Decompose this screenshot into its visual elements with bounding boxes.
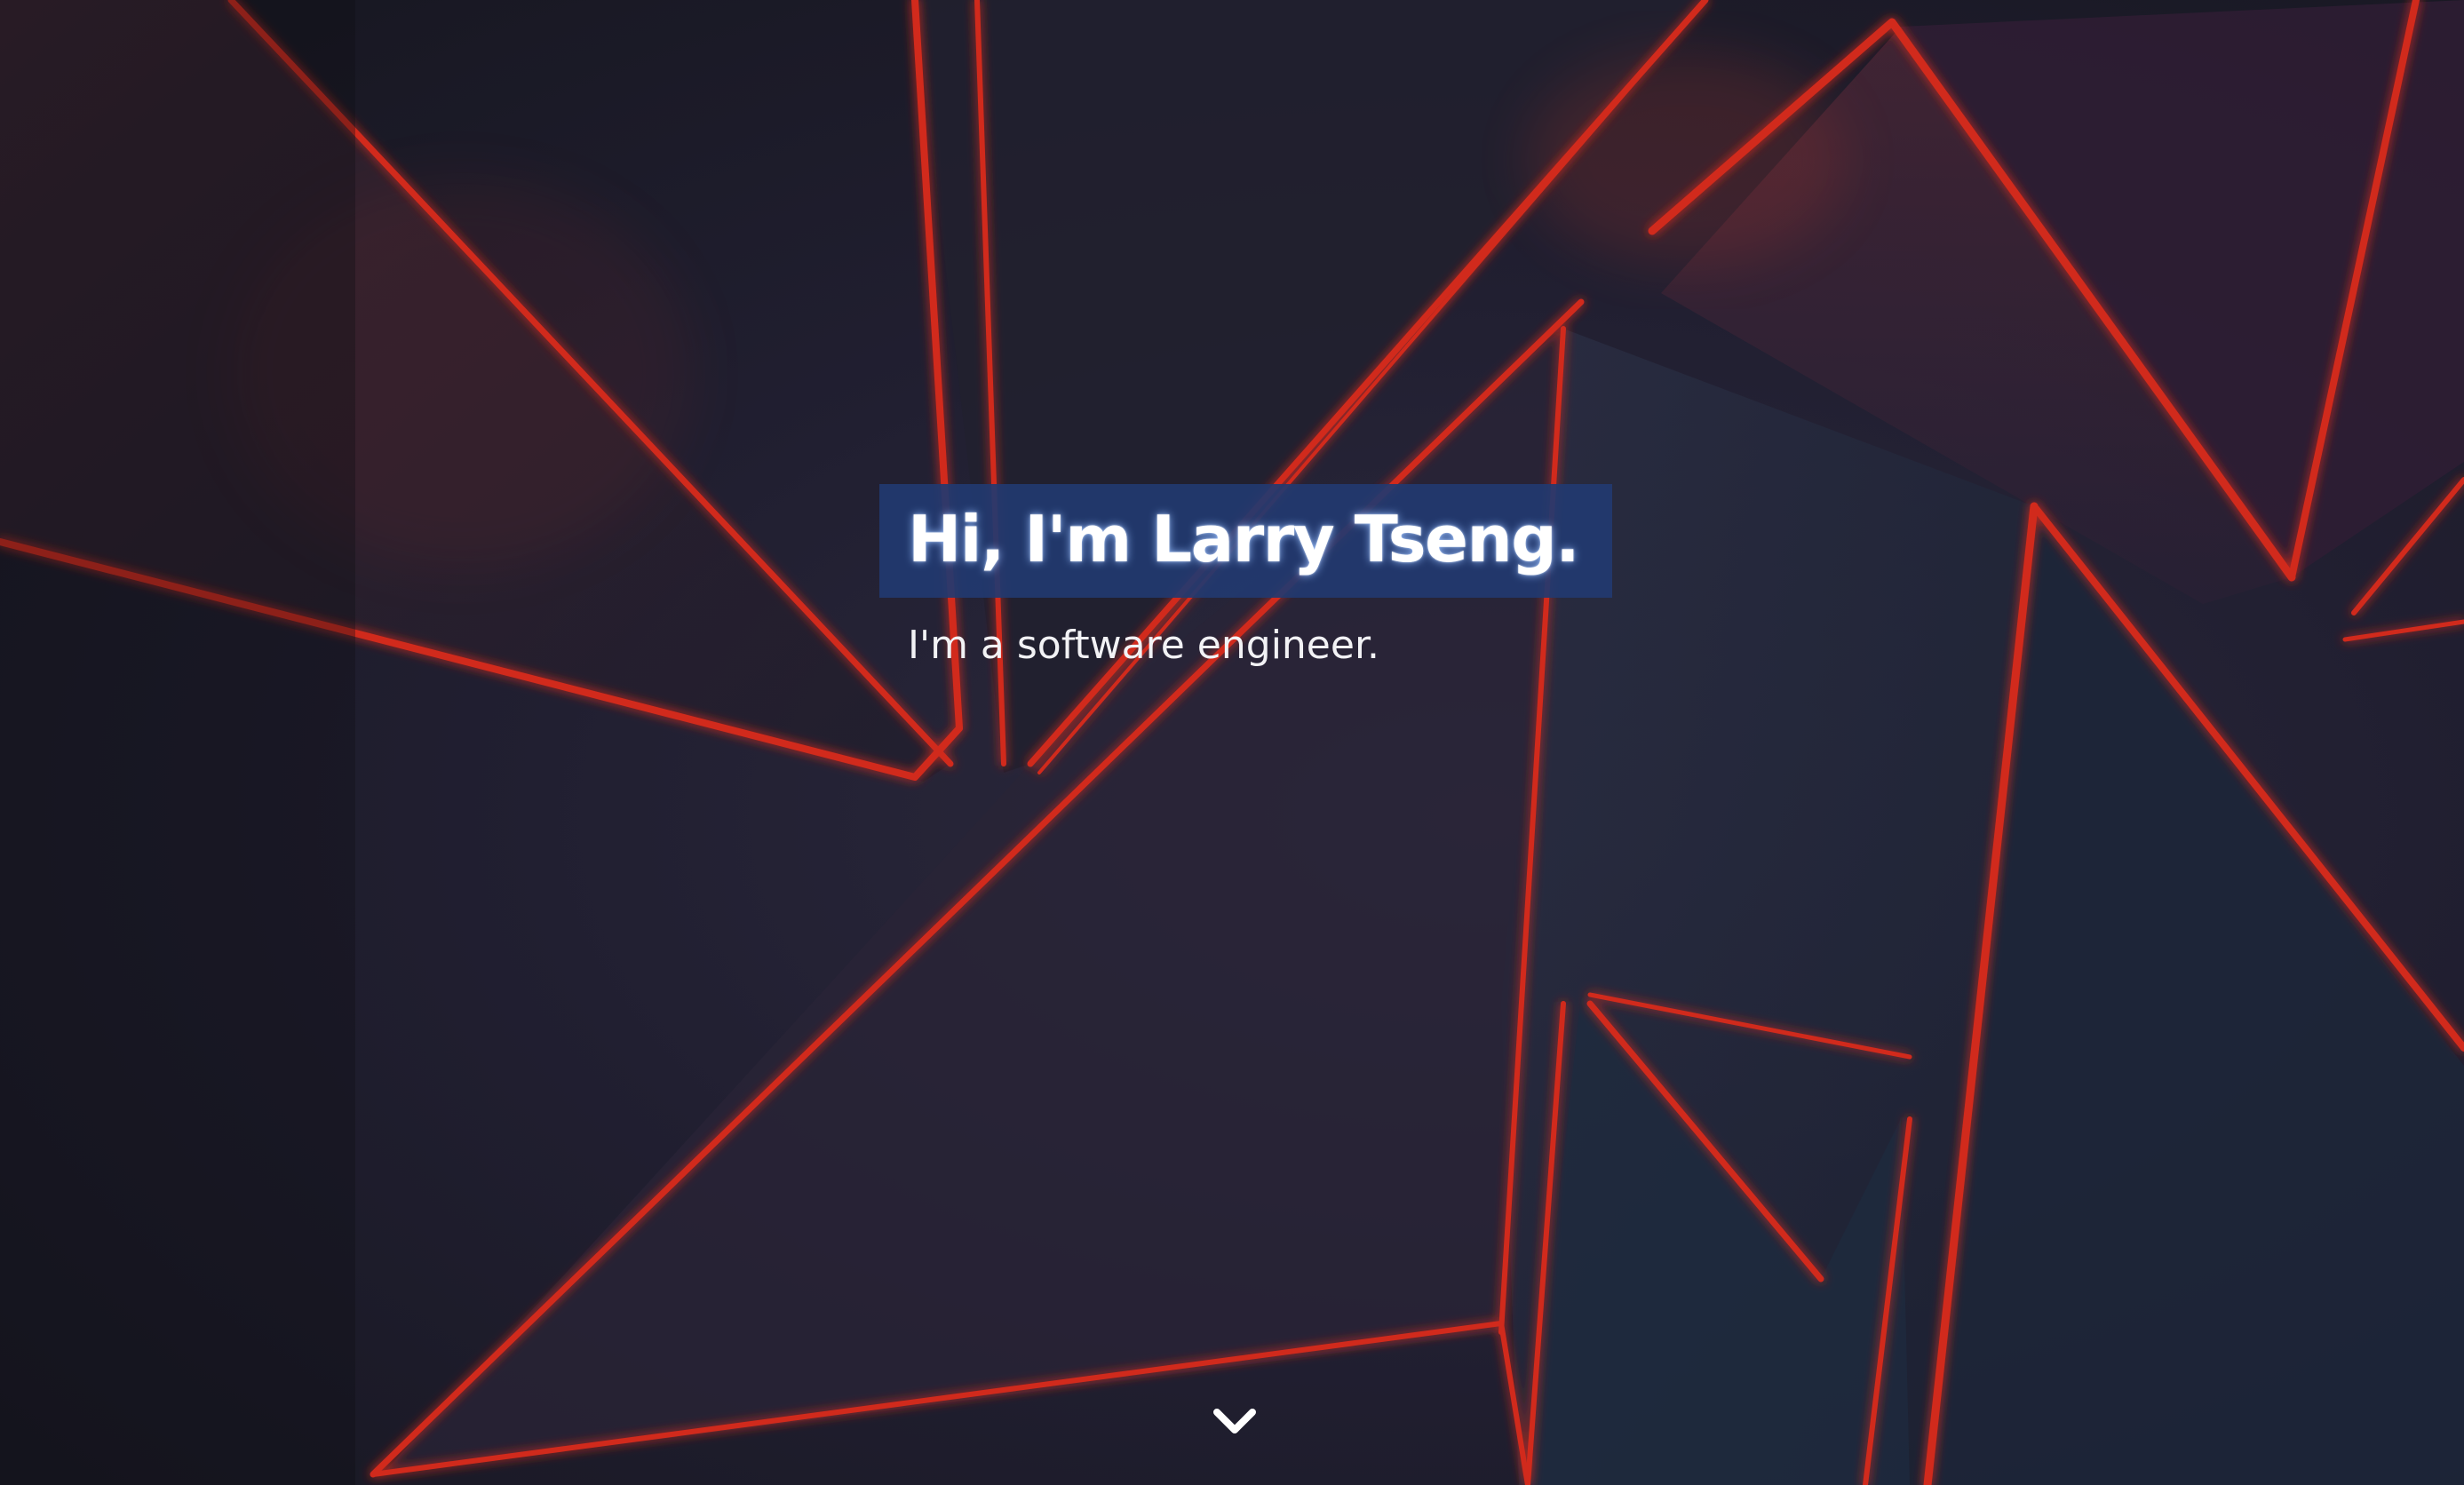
page-subtitle: I'm a software engineer.	[908, 623, 1379, 668]
page-title: Hi, I'm Larry Tseng.	[879, 484, 1613, 598]
red-haze	[1528, 53, 1848, 266]
hero-content: Hi, I'm Larry Tseng. I'm a software engi…	[879, 484, 1613, 671]
scroll-down-button[interactable]	[1210, 1396, 1260, 1446]
vignette-left	[0, 0, 355, 1485]
chevron-down-icon	[1213, 1409, 1256, 1433]
red-edge-line	[2342, 619, 2464, 642]
geometric-background	[0, 0, 2464, 1485]
hero-section: Hi, I'm Larry Tseng. I'm a software engi…	[0, 0, 2464, 1485]
